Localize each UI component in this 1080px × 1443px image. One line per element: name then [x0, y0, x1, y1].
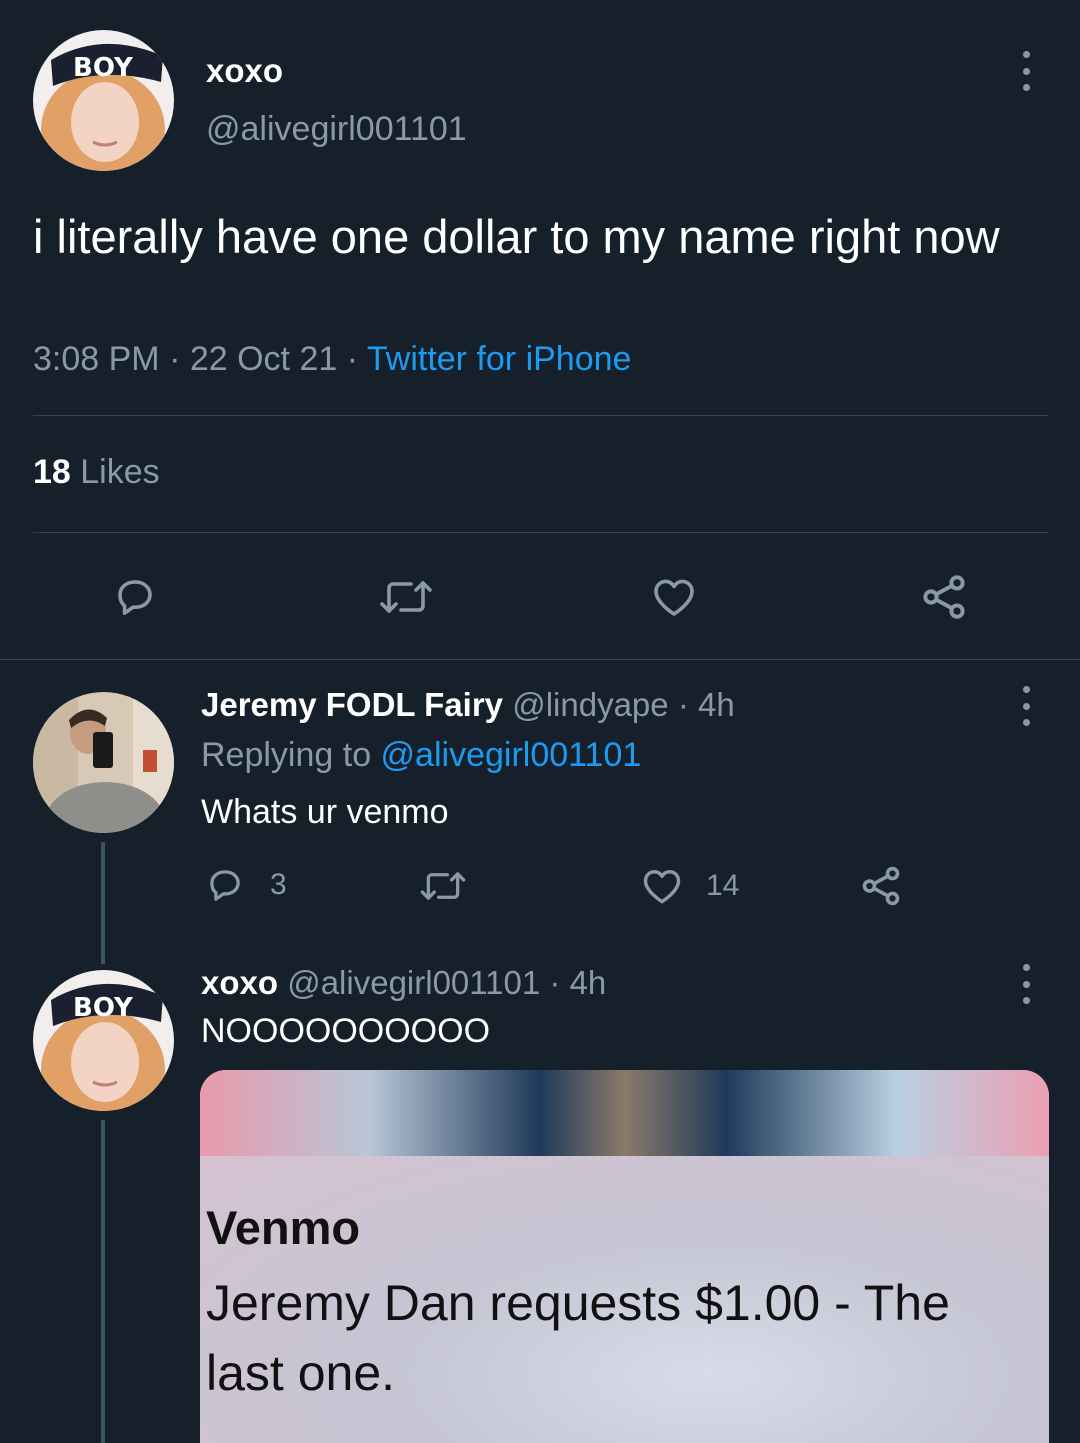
tweet-time[interactable]: 3:08 PM	[33, 340, 160, 378]
likes-summary[interactable]: 18 Likes	[33, 453, 160, 492]
retweet-button[interactable]	[418, 865, 468, 907]
likes-label: Likes	[70, 453, 160, 491]
notification-body: Jeremy Dan requests $1.00 - The last one…	[206, 1275, 950, 1401]
reply-header: Jeremy FODL Fairy @lindyape · 4h	[201, 686, 735, 724]
tweet-thread-page: BOY xoxo @alivegirl001101 i literally ha…	[0, 0, 1080, 1443]
retweet-icon	[420, 872, 466, 900]
tweet-meta: 3:08 PM · 22 Oct 21 · Twitter for iPhone	[33, 340, 631, 379]
reply-icon	[118, 580, 152, 615]
divider	[33, 415, 1048, 416]
meta-separator: ·	[337, 340, 367, 378]
divider	[33, 532, 1048, 533]
reply-author-name[interactable]: xoxo	[201, 964, 278, 1001]
reply-author-name[interactable]: Jeremy FODL Fairy	[201, 686, 503, 723]
notification-title: Venmo	[206, 1201, 361, 1254]
author-handle[interactable]: @alivegirl001101	[206, 110, 467, 149]
thread-connector	[101, 842, 105, 964]
tweet-source-link[interactable]: Twitter for iPhone	[367, 340, 632, 378]
reply-author-avatar[interactable]	[33, 692, 174, 833]
reply-text: NOOOOOOOOOO	[201, 1012, 491, 1050]
divider	[0, 659, 1080, 660]
reply-age[interactable]: · 4h	[678, 686, 735, 723]
replying-to: Replying to @alivegirl001101	[201, 736, 641, 775]
thread-connector	[101, 1120, 105, 1443]
replying-mention-link[interactable]: @alivegirl001101	[381, 736, 642, 774]
reply-icon	[210, 870, 240, 901]
more-vertical-icon[interactable]	[1020, 964, 1032, 1004]
retweet-button[interactable]	[377, 573, 435, 621]
likes-count: 18	[33, 453, 71, 491]
reply-text: Whats ur venmo	[201, 793, 449, 831]
svg-text:BOY: BOY	[73, 53, 134, 83]
share-button[interactable]	[918, 571, 970, 623]
like-icon	[654, 579, 694, 616]
share-icon	[923, 575, 965, 619]
more-vertical-icon[interactable]	[1020, 686, 1032, 726]
svg-text:BOY: BOY	[73, 993, 134, 1023]
author-name[interactable]: xoxo	[206, 52, 283, 90]
replying-label: Replying to	[201, 736, 381, 774]
tweet-text: i literally have one dollar to my name r…	[33, 210, 1000, 263]
like-button[interactable]	[650, 573, 698, 621]
reply-count: 3	[270, 868, 287, 901]
reply-header: xoxo @alivegirl001101 · 4h	[201, 964, 606, 1002]
attached-image[interactable]: Venmo Jeremy Dan requests $1.00 - The la…	[200, 1070, 1049, 1443]
image-wallpaper-strip	[200, 1070, 1049, 1156]
more-vertical-icon[interactable]	[1020, 51, 1032, 91]
reply-author-handle[interactable]: @alivegirl001101	[287, 964, 540, 1001]
share-icon	[862, 866, 900, 906]
author-avatar[interactable]: BOY	[33, 30, 174, 171]
retweet-icon	[380, 581, 432, 613]
tweet-date[interactable]: 22 Oct 21	[190, 340, 337, 378]
reply-button[interactable]	[111, 573, 159, 621]
like-count: 14	[706, 869, 740, 902]
reply-author-avatar[interactable]: BOY	[33, 970, 174, 1111]
like-icon	[643, 869, 681, 904]
reply-author-handle[interactable]: @lindyape	[512, 686, 668, 723]
reply-button[interactable]: 3	[204, 864, 287, 906]
like-button[interactable]: 14	[640, 864, 739, 908]
meta-separator: ·	[159, 340, 190, 378]
reply-age[interactable]: · 4h	[549, 964, 606, 1001]
share-button[interactable]	[858, 863, 904, 909]
